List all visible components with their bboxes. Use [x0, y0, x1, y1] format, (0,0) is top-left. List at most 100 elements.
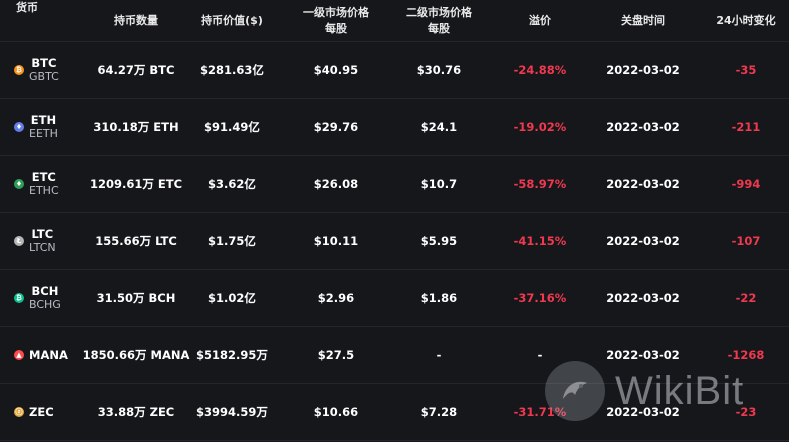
- coin-link[interactable]: ₿ BTC GBTC: [14, 56, 59, 84]
- change-24h: -107: [731, 234, 761, 248]
- secondary-price: $7.28: [420, 405, 458, 419]
- primary-price: $40.95: [313, 63, 359, 77]
- coin-link[interactable]: ♦ ETH EETH: [14, 113, 58, 141]
- coin-names: BCH BCHG: [29, 284, 61, 312]
- secondary-price: $30.76: [416, 63, 462, 77]
- holdings-value: 1850.66万 MANA: [82, 348, 190, 362]
- bitcoin-icon: ₿: [14, 65, 24, 75]
- change-24h: -994: [731, 177, 761, 191]
- ethereum-classic-icon: ♦: [14, 179, 24, 189]
- header-close-date[interactable]: 关盘时间: [593, 0, 693, 41]
- fund-ticker: EETH: [29, 127, 58, 140]
- secondary-price: -: [436, 348, 442, 362]
- primary-price: $29.76: [313, 120, 359, 134]
- holding-usd-value: $281.63亿: [200, 63, 264, 77]
- close-date: 2022-03-02: [606, 348, 680, 362]
- table-row[interactable]: ♦ ETH EETH 310.18万 ETH $91.49亿 $29.76 $24.1 -19…: [0, 99, 789, 156]
- premium-value: -37.16%: [513, 291, 567, 305]
- secondary-price: $1.86: [420, 291, 458, 305]
- coin-link[interactable]: ₿ BCH BCHG: [14, 284, 61, 312]
- header-24h-change[interactable]: 24小时变化: [700, 0, 789, 41]
- holdings-value: 1209.61万 ETC: [89, 177, 183, 191]
- secondary-price: $5.95: [420, 234, 458, 248]
- litecoin-icon: Ł: [14, 236, 24, 246]
- premium-value: -: [537, 348, 543, 362]
- coin-symbol: MANA: [29, 348, 68, 362]
- header-primary-price[interactable]: 一级市场价格 每股: [282, 0, 390, 41]
- coin-link[interactable]: ♦ ETC ETHC: [14, 170, 59, 198]
- holding-usd-value: $3994.59万: [196, 405, 268, 419]
- primary-price: $26.08: [313, 177, 359, 191]
- change-24h: -22: [735, 291, 757, 305]
- header-secondary-line1: 二级市场价格: [406, 5, 472, 19]
- close-date: 2022-03-02: [606, 291, 680, 305]
- header-holdings[interactable]: 持币数量: [90, 0, 182, 41]
- premium-value: -24.88%: [513, 63, 567, 77]
- primary-price: $2.96: [317, 291, 355, 305]
- primary-price: $10.66: [313, 405, 359, 419]
- holdings-value: 33.88万 ZEC: [97, 405, 175, 419]
- close-date: 2022-03-02: [606, 177, 680, 191]
- coin-names: BTC GBTC: [29, 56, 59, 84]
- table-row[interactable]: ♦ ETC ETHC 1209.61万 ETC $3.62亿 $26.08 $10.7 -58…: [0, 156, 789, 213]
- change-24h: -35: [735, 63, 757, 77]
- coin-names: MANA: [29, 348, 68, 362]
- zcash-icon: ⓩ: [14, 407, 24, 417]
- table-row[interactable]: ▲ MANA 1850.66万 MANA $5182.95万 $27.5 - - 2022-0…: [0, 327, 789, 384]
- coin-names: ETC ETHC: [29, 170, 59, 198]
- holdings-value: 31.50万 BCH: [96, 291, 176, 305]
- table-row[interactable]: Ł LTC LTCN 155.66万 LTC $1.75亿 $10.11 $5.95 -41.…: [0, 213, 789, 270]
- primary-price: $27.5: [317, 348, 355, 362]
- decentraland-icon: ▲: [14, 350, 24, 360]
- premium-value: -58.97%: [513, 177, 567, 191]
- coin-symbol: BTC: [31, 56, 57, 70]
- holdings-value: 64.27万 BTC: [97, 63, 175, 77]
- holding-usd-value: $1.75亿: [208, 234, 256, 248]
- ethereum-icon: ♦: [14, 122, 24, 132]
- secondary-price: $24.1: [420, 120, 458, 134]
- coin-names: ZEC: [29, 405, 54, 419]
- fund-ticker: GBTC: [29, 70, 59, 83]
- bitcoin-cash-icon: ₿: [14, 293, 24, 303]
- header-primary-line1: 一级市场价格: [303, 5, 369, 19]
- premium-value: -41.15%: [513, 234, 567, 248]
- holding-usd-value: $1.02亿: [208, 291, 256, 305]
- premium-value: -19.02%: [513, 120, 567, 134]
- header-primary-line2: 每股: [325, 21, 347, 35]
- coin-symbol: BCH: [31, 284, 59, 298]
- holding-usd-value: $91.49亿: [204, 120, 260, 134]
- fund-ticker: ETHC: [29, 184, 59, 197]
- table-header: 货币 持币数量 持币价值($) 一级市场价格 每股 二级市场价格 每股 溢价 关…: [0, 0, 789, 42]
- table-row[interactable]: ₿ BCH BCHG 31.50万 BCH $1.02亿 $2.96 $1.86 -37.16…: [0, 270, 789, 327]
- header-secondary-line2: 每股: [428, 21, 450, 35]
- holdings-value: 310.18万 ETH: [93, 120, 179, 134]
- header-premium[interactable]: 溢价: [490, 0, 590, 41]
- holdings-value: 155.66万 LTC: [95, 234, 177, 248]
- header-value[interactable]: 持币价值($): [186, 0, 278, 41]
- fund-ticker: BCHG: [29, 298, 61, 311]
- coin-symbol: LTC: [31, 227, 54, 241]
- coin-symbol: ZEC: [29, 405, 54, 419]
- coin-symbol: ETH: [30, 113, 57, 127]
- fund-ticker: LTCN: [29, 241, 56, 254]
- coin-link[interactable]: ▲ MANA: [14, 348, 68, 362]
- primary-price: $10.11: [313, 234, 359, 248]
- coin-link[interactable]: Ł LTC LTCN: [14, 227, 56, 255]
- coin-link[interactable]: ⓩ ZEC: [14, 405, 54, 419]
- coin-symbol: ETC: [31, 170, 56, 184]
- grayscale-trust-table: 货币 持币数量 持币价值($) 一级市场价格 每股 二级市场价格 每股 溢价 关…: [0, 0, 789, 442]
- header-secondary-price[interactable]: 二级市场价格 每股: [385, 0, 493, 41]
- close-date: 2022-03-02: [606, 234, 680, 248]
- close-date: 2022-03-02: [606, 120, 680, 134]
- coin-names: LTC LTCN: [29, 227, 56, 255]
- secondary-price: $10.7: [420, 177, 458, 191]
- change-24h: -23: [735, 405, 757, 419]
- change-24h: -211: [731, 120, 761, 134]
- close-date: 2022-03-02: [606, 63, 680, 77]
- change-24h: -1268: [727, 348, 765, 362]
- premium-value: -31.71%: [513, 405, 567, 419]
- holding-usd-value: $5182.95万: [196, 348, 268, 362]
- table-row[interactable]: ⓩ ZEC 33.88万 ZEC $3994.59万 $10.66 $7.28 -31.71…: [0, 384, 789, 441]
- holding-usd-value: $3.62亿: [208, 177, 256, 191]
- table-row[interactable]: ₿ BTC GBTC 64.27万 BTC $281.63亿 $40.95 $30.76 -2…: [0, 42, 789, 99]
